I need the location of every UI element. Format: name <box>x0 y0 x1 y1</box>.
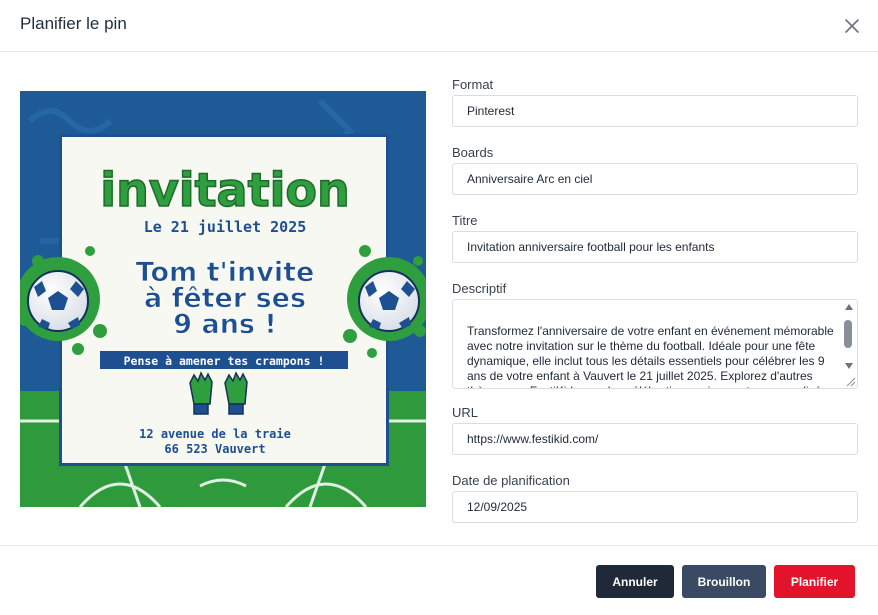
descriptif-scrollbar[interactable] <box>843 302 855 386</box>
format-group: Format Pinterest <box>452 76 858 144</box>
descriptif-text: Transformez l'anniversaire de votre enfa… <box>467 324 837 388</box>
url-group: URL https://www.festikid.com/ <box>452 404 858 472</box>
date-field[interactable]: 12/09/2025 <box>452 491 858 523</box>
date-label: Date de planification <box>452 473 570 488</box>
scroll-down-icon[interactable] <box>845 363 853 369</box>
descriptif-group: Descriptif Transformez l'anniversaire de… <box>452 280 858 404</box>
modal-footer: Annuler Brouillon Planifier <box>0 545 878 615</box>
format-label: Format <box>452 77 494 92</box>
pin-form: Format Pinterest Boards Anniversaire Arc… <box>452 76 858 540</box>
close-button[interactable] <box>840 14 864 38</box>
date-group: Date de planification 12/09/2025 <box>452 472 858 540</box>
cancel-button[interactable]: Annuler <box>596 565 674 598</box>
football-icon <box>27 270 89 332</box>
scroll-up-icon[interactable] <box>845 304 853 310</box>
invitation-message-line3: 9 ans ! <box>173 309 276 340</box>
invitation-heading: invitation <box>100 163 349 217</box>
invitation-date: Le 21 juillet 2025 <box>144 218 307 236</box>
url-field[interactable]: https://www.festikid.com/ <box>452 423 858 455</box>
invitation-address-line1: 12 avenue de la traie <box>139 427 291 441</box>
titre-label: Titre <box>452 213 478 228</box>
boards-label: Boards <box>452 145 494 160</box>
titre-field[interactable]: Invitation anniversaire football pour le… <box>452 231 858 263</box>
descriptif-textarea[interactable]: Transformez l'anniversaire de votre enfa… <box>452 299 858 389</box>
schedule-button[interactable]: Planifier <box>774 565 855 598</box>
descriptif-label: Descriptif <box>452 281 507 296</box>
draft-button[interactable]: Brouillon <box>682 565 766 598</box>
invitation-banner-text: Pense à amener tes crampons ! <box>124 354 325 368</box>
boards-field[interactable]: Anniversaire Arc en ciel <box>452 163 858 195</box>
titre-group: Titre Invitation anniversaire football p… <box>452 212 858 280</box>
resize-handle-icon[interactable] <box>845 376 856 387</box>
modal-header: Planifier le pin <box>0 0 878 52</box>
url-label: URL <box>452 405 479 420</box>
format-field[interactable]: Pinterest <box>452 95 858 127</box>
close-icon <box>845 19 859 33</box>
modal-title: Planifier le pin <box>20 14 127 33</box>
football-icon <box>358 270 420 332</box>
invitation-address-line2: 66 523 Vauvert <box>164 442 265 456</box>
boards-group: Boards Anniversaire Arc en ciel <box>452 144 858 212</box>
scroll-thumb[interactable] <box>844 320 852 348</box>
pin-preview-image: invitation Le 21 juillet 2025 Tom t'invi… <box>20 91 426 507</box>
